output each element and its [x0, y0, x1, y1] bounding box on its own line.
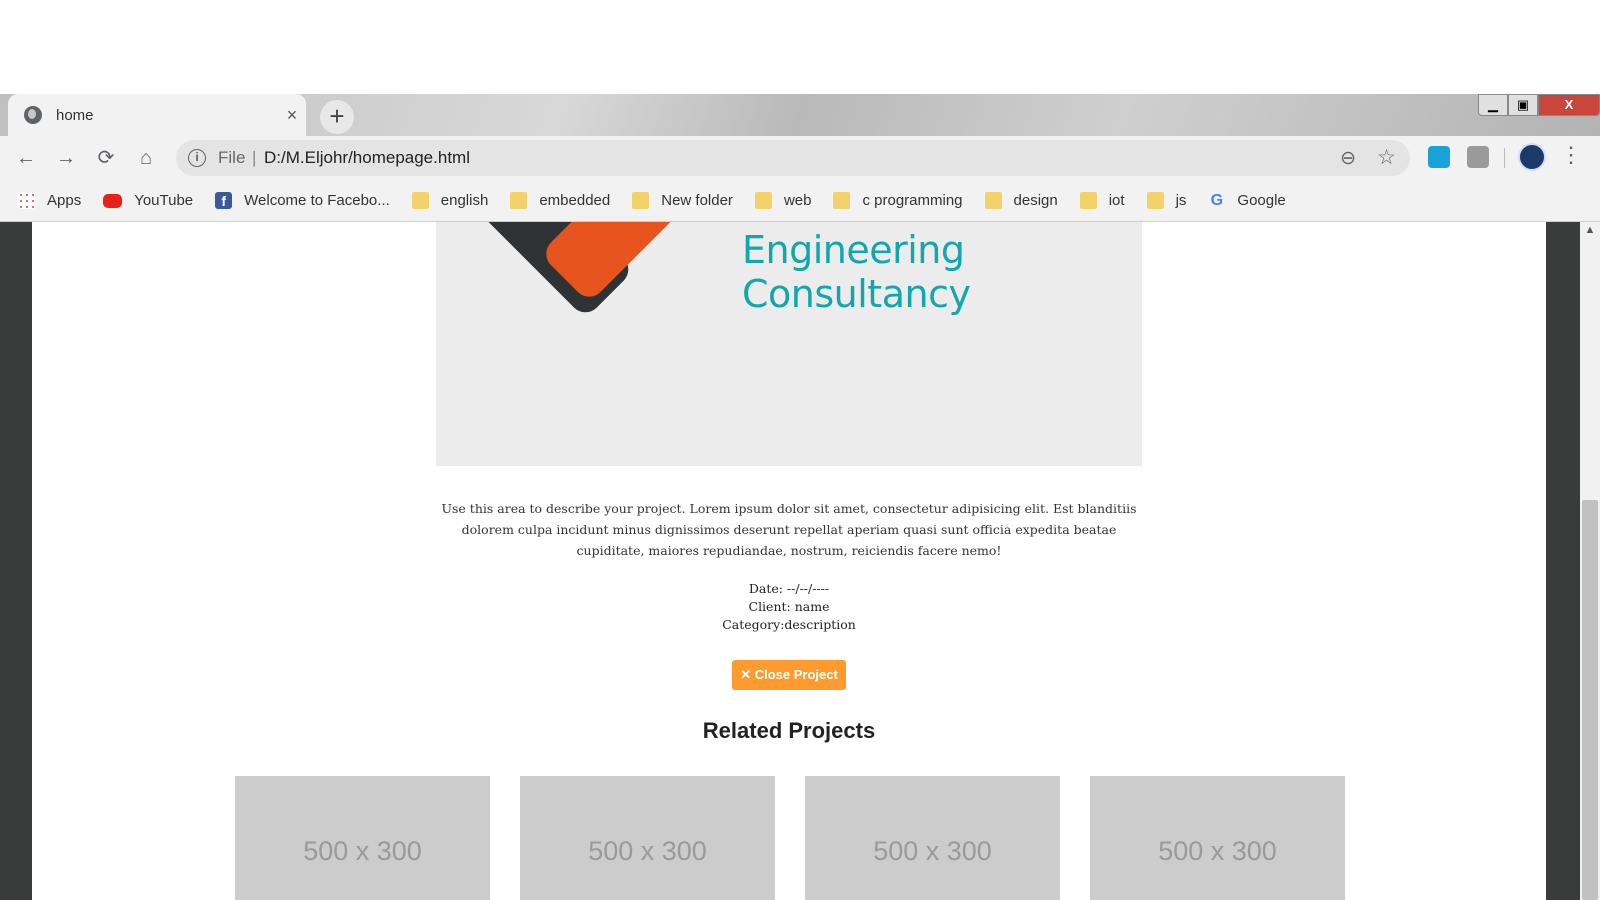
- window-controls: ▁ ▣ X: [1478, 94, 1600, 116]
- folder-icon: [1146, 192, 1164, 209]
- globe-icon: [24, 106, 42, 124]
- browser-toolbar: ← → ⟳ ⌂ i File | D:/M.Eljohr/homepage.ht…: [0, 136, 1600, 180]
- back-icon[interactable]: ←: [10, 142, 42, 174]
- folder-icon: [833, 192, 851, 209]
- vertical-scrollbar[interactable]: ▲: [1580, 222, 1600, 900]
- folder-icon: [632, 192, 650, 209]
- bookmark-label: embedded: [539, 192, 611, 209]
- project-client: Client: name: [748, 599, 830, 614]
- project-image: Engineering Consultancy: [436, 222, 1142, 466]
- bookmark-label: web: [783, 192, 812, 209]
- bookmark-folder-design[interactable]: design: [984, 192, 1058, 209]
- extension-avg-icon[interactable]: [1467, 146, 1489, 168]
- close-window-button[interactable]: X: [1538, 94, 1600, 116]
- tab-home[interactable]: home ×: [8, 94, 306, 136]
- folder-icon: [411, 192, 429, 209]
- facebook-icon: f: [215, 192, 233, 209]
- profile-avatar[interactable]: [1518, 143, 1546, 171]
- maximize-button[interactable]: ▣: [1508, 94, 1538, 116]
- url-scheme: File: [218, 148, 246, 167]
- top-blank-area: [0, 0, 1600, 94]
- related-project-thumbnail[interactable]: 500 x 300: [520, 776, 775, 900]
- google-icon: G: [1210, 192, 1224, 209]
- close-project-button[interactable]: ✕ Close Project: [732, 660, 846, 690]
- reload-icon[interactable]: ⟳: [90, 142, 122, 174]
- bookmark-apps[interactable]: Apps: [18, 192, 81, 209]
- bookmark-folder-embedded[interactable]: embedded: [510, 192, 610, 209]
- page-left-dark-margin: [0, 222, 32, 900]
- bookmark-folder-js[interactable]: js: [1146, 192, 1187, 209]
- bookmark-label: Google: [1237, 192, 1286, 209]
- bookmark-label: js: [1175, 192, 1187, 209]
- bookmark-label: english: [440, 192, 489, 209]
- menu-icon[interactable]: ⋮: [1560, 142, 1582, 168]
- bookmark-google[interactable]: G Google: [1208, 192, 1286, 209]
- related-project-thumbnail[interactable]: 500 x 300: [235, 776, 490, 900]
- toolbar-divider: [1504, 148, 1505, 168]
- tab-strip: home × + ▁ ▣ X: [0, 94, 1600, 136]
- related-project-thumbnail[interactable]: 500 x 300: [1090, 776, 1345, 900]
- page-right-dark-margin: [1546, 222, 1580, 900]
- page-viewport: Engineering Consultancy Use this area to…: [0, 222, 1600, 900]
- extension-translate-icon[interactable]: [1428, 146, 1450, 168]
- minimize-button[interactable]: ▁: [1478, 94, 1508, 116]
- folder-icon: [1079, 192, 1097, 209]
- related-projects-grid: 500 x 300 500 x 300 500 x 300 500 x 300: [235, 776, 1345, 900]
- project-description: Use this area to describe your project. …: [441, 501, 1137, 558]
- url-text[interactable]: D:/M.Eljohr/homepage.html: [264, 148, 470, 168]
- home-icon[interactable]: ⌂: [130, 142, 162, 174]
- scroll-up-arrow-icon[interactable]: ▲: [1580, 224, 1600, 236]
- bookmark-facebook[interactable]: f Welcome to Facebo...: [215, 192, 390, 209]
- project-date: Date: --/--/----: [748, 581, 830, 596]
- tab-close-icon[interactable]: ×: [278, 105, 306, 126]
- related-projects-heading: Related Projects: [702, 718, 876, 743]
- bookmark-folder-new-folder[interactable]: New folder: [632, 192, 733, 209]
- bookmarks-bar: Apps YouTube f Welcome to Facebo... engli…: [0, 180, 1600, 222]
- bookmark-folder-c-programming[interactable]: c programming: [833, 192, 963, 209]
- bookmark-label: design: [1013, 192, 1058, 209]
- bookmark-label: Apps: [47, 192, 82, 209]
- new-tab-button[interactable]: +: [320, 100, 354, 134]
- related-project-thumbnail[interactable]: 500 x 300: [805, 776, 1060, 900]
- folder-icon: [510, 192, 528, 209]
- address-bar[interactable]: i File | D:/M.Eljohr/homepage.html ⊖ ☆: [176, 140, 1410, 176]
- zoom-icon[interactable]: ⊖: [1340, 147, 1356, 170]
- youtube-icon: [103, 193, 123, 208]
- project-meta: Date: --/--/---- Client: name Category:d…: [589, 580, 989, 634]
- project-category: Category:description: [722, 617, 856, 632]
- scrollbar-thumb[interactable]: [1582, 500, 1598, 900]
- bookmark-folder-web[interactable]: web: [754, 192, 812, 209]
- info-icon[interactable]: i: [188, 149, 206, 167]
- folder-icon: [754, 192, 772, 209]
- bookmark-label: New folder: [661, 192, 733, 209]
- bookmark-label: YouTube: [134, 192, 194, 209]
- bookmark-label: iot: [1108, 192, 1125, 209]
- bookmark-star-icon[interactable]: ☆: [1377, 145, 1396, 170]
- bookmark-folder-iot[interactable]: iot: [1079, 192, 1125, 209]
- bookmark-youtube[interactable]: YouTube: [103, 192, 193, 209]
- logo-text: Engineering Consultancy: [742, 228, 971, 316]
- bookmark-label: c programming: [862, 192, 963, 209]
- bookmark-folder-english[interactable]: english: [411, 192, 489, 209]
- bookmark-label: Welcome to Facebo...: [244, 192, 390, 209]
- forward-icon[interactable]: →: [50, 142, 82, 174]
- url-separator: |: [252, 148, 257, 167]
- folder-icon: [984, 192, 1002, 209]
- apps-icon: [18, 192, 35, 209]
- tab-title: home: [56, 106, 94, 124]
